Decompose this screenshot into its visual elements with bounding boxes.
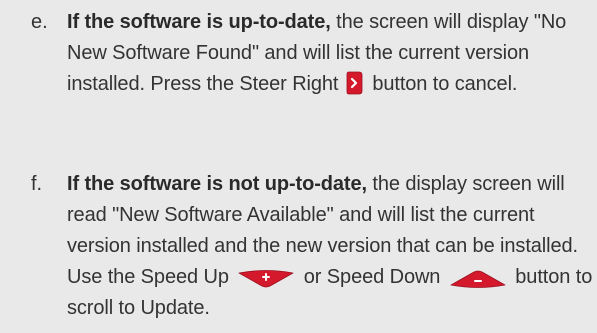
- paragraph-text: button to cancel.: [366, 73, 518, 95]
- paragraph-text: or Speed Down: [298, 266, 441, 288]
- bold-lead: If the software is up-to-date,: [67, 11, 331, 33]
- instruction-document: e. If the software is up-to-date, the sc…: [0, 0, 597, 333]
- speed-down-button-icon: [450, 267, 506, 288]
- steer-right-button-icon: [346, 71, 363, 95]
- paragraph: If the software is not up-to-date, the d…: [67, 169, 595, 324]
- bold-lead: If the software is not up-to-date,: [67, 173, 367, 195]
- list-marker: f.: [31, 173, 43, 195]
- speed-up-button-icon: [238, 267, 294, 288]
- paragraph: If the software is up-to-date, the scree…: [67, 7, 595, 100]
- list-marker: e.: [31, 11, 48, 33]
